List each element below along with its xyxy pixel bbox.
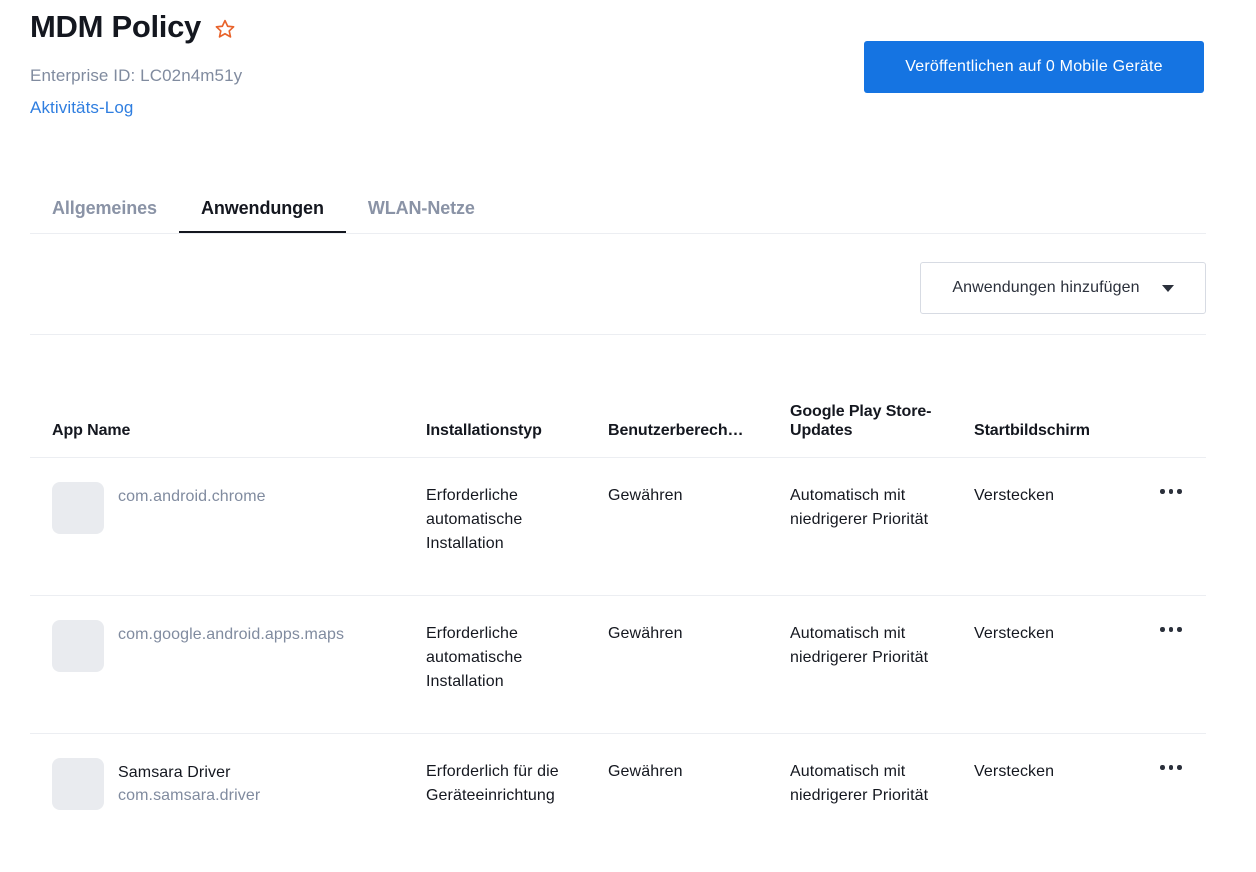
column-header-home-screen: Startbildschirm xyxy=(974,421,1160,441)
home-screen-cell: Verstecken xyxy=(974,484,1160,508)
star-icon[interactable] xyxy=(213,17,237,41)
tab-bar-divider xyxy=(30,233,1206,234)
home-screen-cell: Verstecken xyxy=(974,622,1160,646)
page-title: MDM Policy xyxy=(30,10,201,44)
app-label-group: com.google.android.apps.maps xyxy=(118,622,344,646)
applications-table: App Name Installationstyp Benutzerberech… xyxy=(30,336,1206,872)
mdm-policy-page: MDM Policy Enterprise ID: LC02n4m51y Akt… xyxy=(0,0,1256,852)
home-screen-cell: Verstecken xyxy=(974,760,1160,784)
more-horizontal-icon[interactable] xyxy=(1160,485,1182,498)
play-store-updates-cell: Automatisch mit niedrigerer Priorität xyxy=(790,760,974,808)
tab-bar: Allgemeines Anwendungen WLAN-Netze xyxy=(30,170,1206,234)
column-header-user-permission: Benutzerberech… xyxy=(608,421,790,441)
app-display-name: Samsara Driver xyxy=(118,761,260,784)
activity-log-link[interactable]: Aktivitäts-Log xyxy=(30,98,133,118)
row-actions-cell xyxy=(1160,622,1206,636)
title-row: MDM Policy xyxy=(30,10,237,44)
tab-anwendungen[interactable]: Anwendungen xyxy=(179,170,346,234)
app-icon xyxy=(52,758,104,810)
row-actions-cell xyxy=(1160,484,1206,498)
app-icon xyxy=(52,482,104,534)
publish-button[interactable]: Veröffentlichen auf 0 Mobile Geräte xyxy=(864,41,1204,93)
installation-type-cell: Erforderlich für die Geräteeinrichtung xyxy=(426,760,608,808)
tab-list: Allgemeines Anwendungen WLAN-Netze xyxy=(30,170,1206,234)
add-applications-label: Anwendungen hinzufügen xyxy=(952,279,1139,297)
column-header-play-store-updates: Google Play Store-Updates xyxy=(790,402,974,441)
user-permission-cell: Gewähren xyxy=(608,622,790,646)
user-permission-cell: Gewähren xyxy=(608,484,790,508)
app-package: com.android.chrome xyxy=(118,485,266,508)
play-store-updates-cell: Automatisch mit niedrigerer Priorität xyxy=(790,484,974,532)
play-store-updates-cell: Automatisch mit niedrigerer Priorität xyxy=(790,622,974,670)
user-permission-cell: Gewähren xyxy=(608,760,790,784)
app-name-cell: com.android.chrome xyxy=(30,484,426,534)
toolbar-divider xyxy=(30,334,1206,335)
more-horizontal-icon[interactable] xyxy=(1160,761,1182,774)
enterprise-id: Enterprise ID: LC02n4m51y xyxy=(30,66,242,86)
chevron-down-icon xyxy=(1162,285,1174,292)
more-horizontal-icon[interactable] xyxy=(1160,623,1182,636)
app-package: com.google.android.apps.maps xyxy=(118,623,344,646)
table-toolbar: Anwendungen hinzufügen xyxy=(30,260,1206,335)
tab-allgemeines[interactable]: Allgemeines xyxy=(30,170,179,234)
add-applications-button[interactable]: Anwendungen hinzufügen xyxy=(920,262,1206,314)
installation-type-cell: Erforderliche automatische Installation xyxy=(426,484,608,556)
table-row[interactable]: com.android.chrome Erforderliche automat… xyxy=(30,458,1206,596)
app-name-cell: com.google.android.apps.maps xyxy=(30,622,426,672)
app-package: com.samsara.driver xyxy=(118,784,260,807)
row-actions-cell xyxy=(1160,760,1206,774)
app-label-group: Samsara Driver com.samsara.driver xyxy=(118,760,260,807)
app-icon xyxy=(52,620,104,672)
app-label-group: com.android.chrome xyxy=(118,484,266,508)
table-row[interactable]: Samsara Driver com.samsara.driver Erford… xyxy=(30,734,1206,872)
tab-wlan-netze[interactable]: WLAN-Netze xyxy=(346,170,497,234)
column-header-installation-type: Installationstyp xyxy=(426,421,608,441)
table-row[interactable]: com.google.android.apps.maps Erforderlic… xyxy=(30,596,1206,734)
column-header-app-name: App Name xyxy=(30,421,426,441)
app-name-cell: Samsara Driver com.samsara.driver xyxy=(30,760,426,810)
installation-type-cell: Erforderliche automatische Installation xyxy=(426,622,608,694)
table-header-row: App Name Installationstyp Benutzerberech… xyxy=(30,336,1206,458)
